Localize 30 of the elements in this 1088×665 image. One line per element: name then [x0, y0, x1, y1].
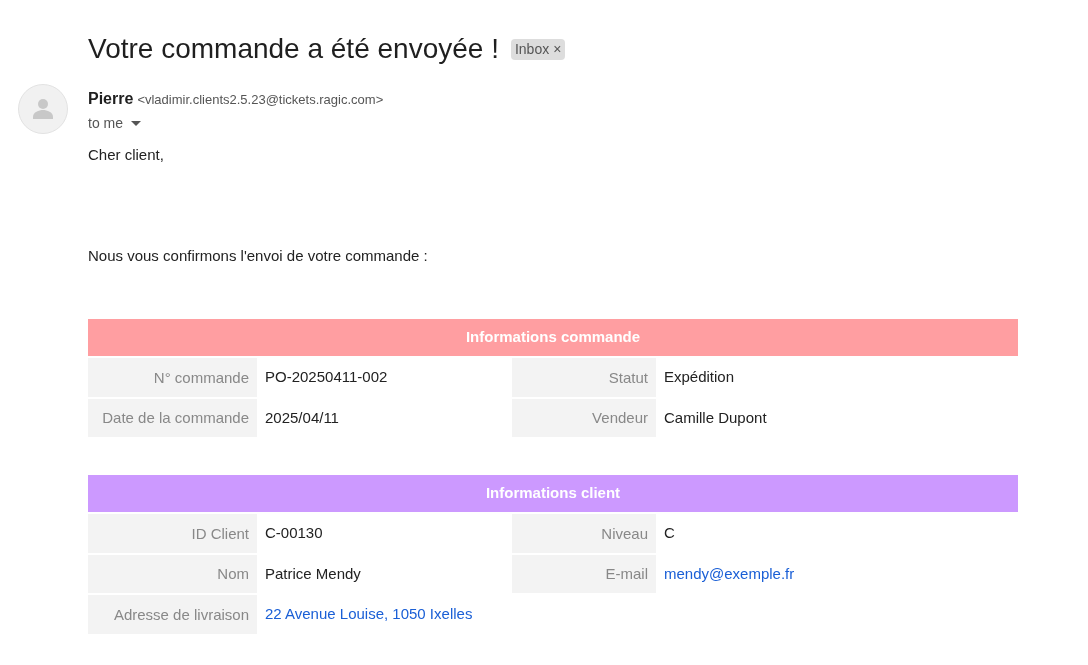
avatar-icon: [18, 84, 68, 134]
email-subject: Votre commande a été envoyée !: [88, 32, 499, 66]
field-label: Vendeur: [592, 408, 648, 429]
body-paragraph: Nous vous confirmons l'envoi de votre commande :: [88, 245, 429, 266]
field-value: Expédition: [664, 367, 735, 387]
field-label: Adresse de livraison: [113, 604, 249, 625]
body-paragraph: Cher client,: [88, 145, 165, 165]
sender-name: Pierre: [88, 89, 134, 109]
section-header: Informations commande: [88, 319, 1018, 356]
field-value: Camille Dupont: [664, 407, 767, 428]
field-label: E-mail: [605, 564, 648, 585]
field-value: 2025/04/11: [265, 407, 339, 428]
label-text: Inbox: [514, 39, 550, 59]
field-label: ID Client: [191, 523, 249, 544]
value-link[interactable]: 22 Avenue Louise, 1050 Ixelles: [265, 603, 473, 626]
field-label: Niveau: [601, 523, 648, 544]
field-value: C: [664, 523, 675, 543]
remove-label-button[interactable]: ×: [553, 38, 562, 60]
field-label: N° commande: [153, 367, 249, 388]
sender-address: <vladimir.clients2.5.23@tickets.ragic.com>: [137, 91, 384, 109]
field-value: Patrice Mendy: [265, 563, 361, 584]
caret-icon: [131, 121, 141, 126]
field-label: Date de la commande: [102, 408, 249, 429]
recipient-dropdown[interactable]: to me: [88, 113, 384, 134]
section-header: Informations client: [88, 475, 1018, 512]
value-link[interactable]: mendy@exemple.fr: [664, 562, 795, 585]
field-value: C-00130: [265, 523, 323, 543]
field-label: Nom: [217, 564, 249, 585]
field-label: Statut: [608, 367, 648, 388]
field-value: PO-20250411-002: [265, 367, 388, 387]
